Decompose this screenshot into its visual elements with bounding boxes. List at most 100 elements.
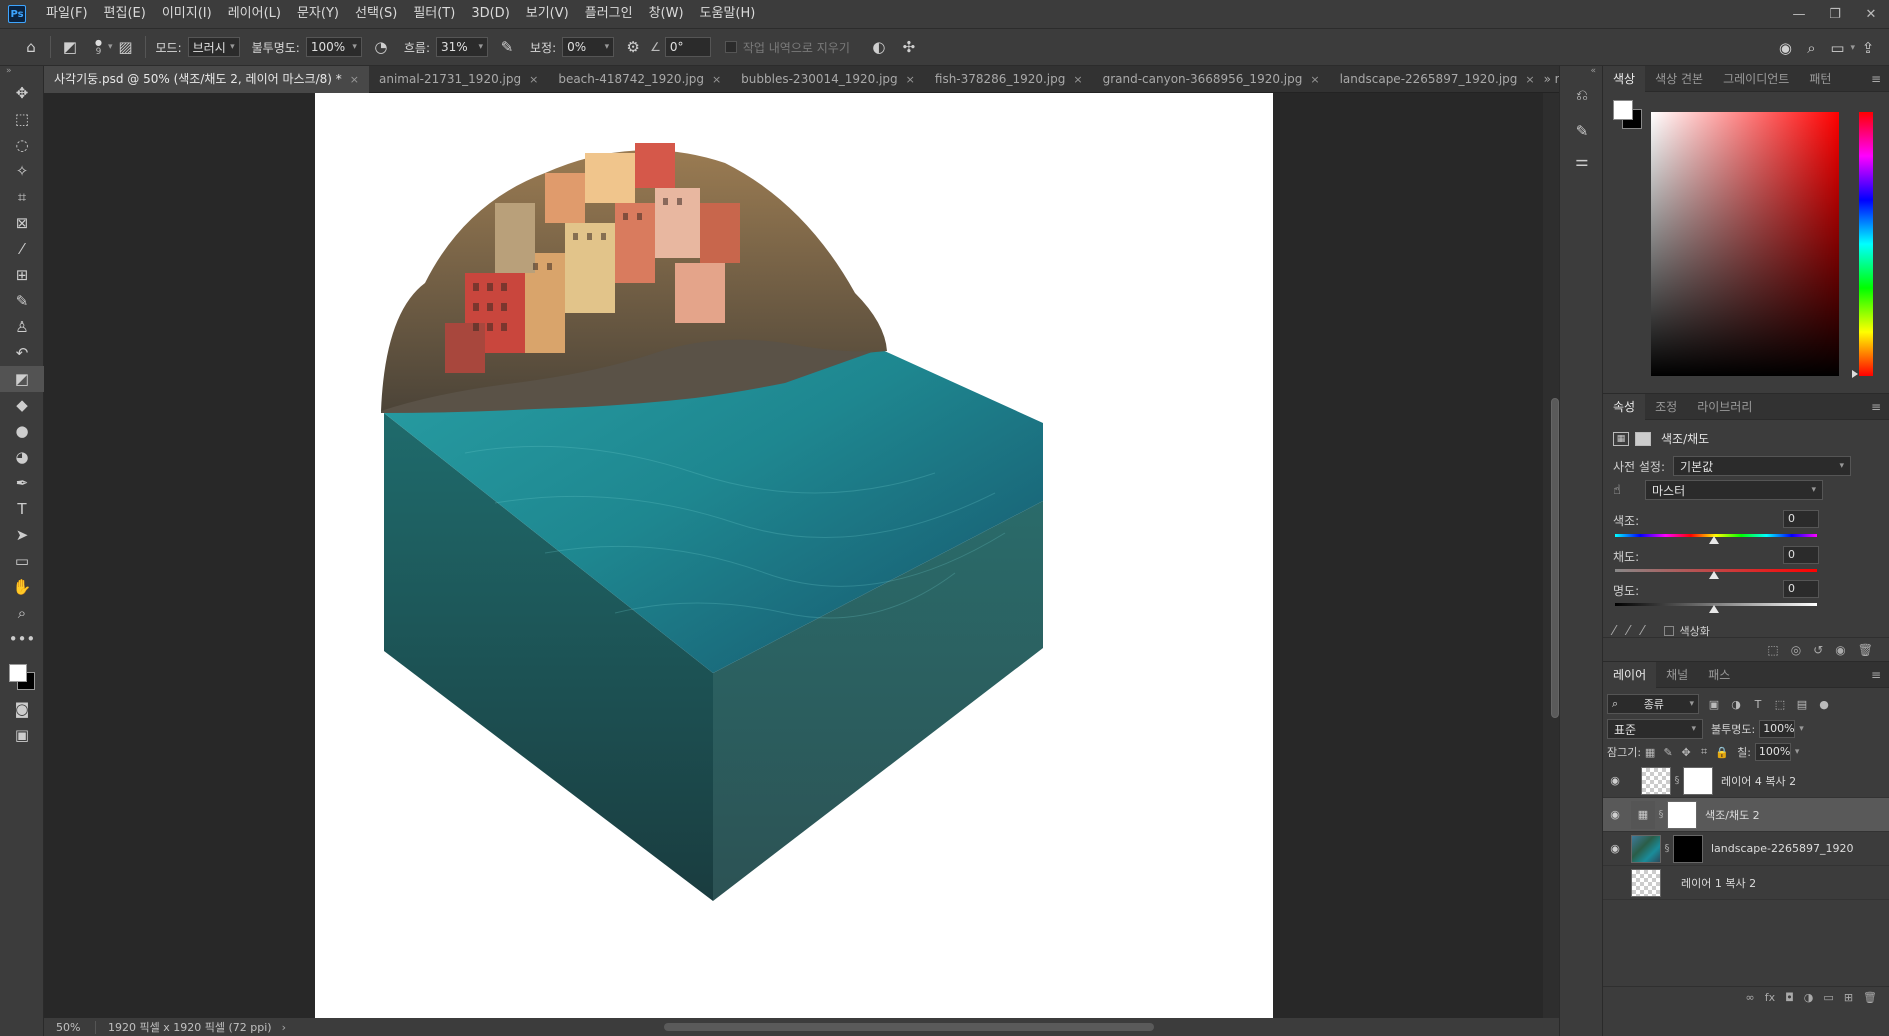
tab-document[interactable]: animal-21731_1920.jpg × [369, 66, 548, 93]
close-icon[interactable]: × [1525, 66, 1534, 93]
brush-tool-icon[interactable]: ✎ [0, 288, 44, 314]
layer-thumbnail[interactable] [1631, 834, 1661, 863]
menu-select[interactable]: 선택(S) [347, 0, 405, 28]
status-arrow-icon[interactable]: › [282, 1021, 286, 1034]
dodge-tool-icon[interactable]: ◕ [0, 444, 44, 470]
layer-mask-thumbnail[interactable] [1683, 766, 1713, 795]
layer-mask-thumbnail[interactable] [1667, 800, 1697, 829]
new-adjustment-icon[interactable]: ◑ [1804, 991, 1814, 1004]
saturation-input[interactable]: 0 [1783, 546, 1819, 564]
hue-slider-arrow-icon[interactable] [1852, 370, 1858, 378]
menu-window[interactable]: 창(W) [641, 0, 692, 28]
menu-layer[interactable]: 레이어(L) [220, 0, 289, 28]
blend-mode-select[interactable]: 표준 ▾ [1607, 719, 1703, 739]
airbrush-icon[interactable]: ✎ [494, 34, 520, 60]
history-panel-icon[interactable]: ⎌ [1560, 80, 1604, 110]
screen-mode-icon[interactable]: ▣ [0, 722, 44, 748]
visibility-eye-icon[interactable]: ◉ [1603, 808, 1627, 821]
healing-brush-tool-icon[interactable]: ⊞ [0, 262, 44, 288]
gear-icon[interactable]: ⚙ [620, 34, 646, 60]
tab-libraries[interactable]: 라이브러리 [1687, 394, 1762, 420]
scrollbar-thumb[interactable] [1551, 398, 1559, 718]
filter-type-icon[interactable]: T [1751, 698, 1765, 711]
frame-tool-icon[interactable]: ⊠ [0, 210, 44, 236]
filter-shape-icon[interactable]: ⬚ [1773, 698, 1787, 711]
visibility-eye-icon[interactable]: ◉ [1603, 774, 1627, 787]
layer-filter-select[interactable]: ⌕ 종류 ▾ [1607, 694, 1699, 714]
menu-edit[interactable]: 편집(E) [96, 0, 154, 28]
hue-slider-thumb[interactable] [1709, 536, 1719, 544]
visibility-eye-icon[interactable]: ◉ [1835, 643, 1845, 657]
vertical-scrollbar[interactable] [1543, 93, 1559, 1018]
filter-adjustment-icon[interactable]: ◑ [1729, 698, 1743, 711]
eyedropper-tool-icon[interactable]: ⁄ [0, 236, 44, 262]
filter-smart-object-icon[interactable]: ▤ [1795, 698, 1809, 711]
reset-icon[interactable]: ↺ [1813, 643, 1823, 657]
adjustment-layer-icon[interactable]: ▦ [1613, 431, 1629, 446]
tab-swatches[interactable]: 색상 견본 [1645, 66, 1713, 92]
hue-input[interactable]: 0 [1783, 510, 1819, 528]
layer-thumbnail[interactable] [1631, 868, 1661, 897]
menu-plugins[interactable]: 플러그인 [577, 0, 641, 28]
pressure-size-icon[interactable]: ◐ [866, 34, 892, 60]
opacity-input[interactable]: 100% ▾ [305, 37, 362, 57]
tab-layers[interactable]: 레이어 [1603, 661, 1657, 688]
move-tool-icon[interactable]: ✥ [0, 80, 44, 106]
erase-history-checkbox[interactable] [724, 41, 737, 53]
more-tools-icon[interactable]: ••• [0, 626, 44, 652]
paint-bucket-tool-icon[interactable]: ◆ [0, 392, 44, 418]
minimize-button[interactable]: — [1781, 0, 1817, 28]
workspace-icon[interactable]: ▭ [1824, 35, 1850, 61]
eraser-tool-preset-icon[interactable]: ◩ [57, 34, 83, 60]
smoothing-input[interactable]: 0% ▾ [562, 37, 615, 57]
hue-slider[interactable] [1859, 112, 1873, 376]
hand-tool-icon[interactable]: ✋ [0, 574, 44, 600]
clone-stamp-tool-icon[interactable]: ♙ [0, 314, 44, 340]
tab-document[interactable]: grand-canyon-3668956_1920.jpg × [1093, 66, 1330, 93]
collapse-icon[interactable]: » [0, 66, 43, 80]
tab-channels[interactable]: 채널 [1656, 662, 1698, 688]
marquee-tool-icon[interactable]: ⬚ [0, 106, 44, 132]
layer-opacity-input[interactable]: 100% [1759, 720, 1796, 738]
close-icon[interactable]: × [1073, 66, 1082, 93]
trash-icon[interactable]: 🗑 [1863, 991, 1877, 1004]
layer-name[interactable]: landscape-2265897_1920 [1711, 842, 1853, 855]
layer-name[interactable]: 레이어 1 복사 2 [1681, 875, 1756, 891]
menu-help[interactable]: 도움말(H) [692, 0, 764, 28]
lock-all-icon[interactable]: 🔒 [1713, 746, 1731, 759]
home-icon[interactable]: ⌂ [18, 34, 44, 60]
menu-image[interactable]: 이미지(I) [154, 0, 220, 28]
crop-tool-icon[interactable]: ⌗ [0, 184, 44, 210]
mask-icon[interactable] [1635, 431, 1651, 446]
tab-document[interactable]: fish-378286_1920.jpg × [925, 66, 1093, 93]
new-layer-icon[interactable]: ⊞ [1844, 991, 1853, 1004]
tab-gradients[interactable]: 그레이디언트 [1713, 66, 1799, 92]
lock-artboard-icon[interactable]: ⌗ [1695, 745, 1713, 759]
targeted-adjustment-hand-icon[interactable]: ☝ [1613, 483, 1633, 498]
fill-input[interactable]: 100% [1754, 743, 1791, 761]
menu-file[interactable]: 파일(F) [38, 0, 96, 28]
flow-input[interactable]: 31% ▾ [435, 37, 488, 57]
new-group-icon[interactable]: ▭ [1823, 991, 1833, 1004]
menu-view[interactable]: 보기(V) [518, 0, 577, 28]
layer-thumbnail[interactable] [1641, 766, 1671, 795]
fx-button[interactable]: fx [1765, 991, 1775, 1004]
layer-name[interactable]: 레이어 4 복사 2 [1721, 773, 1796, 789]
visibility-eye-icon[interactable]: ◉ [1603, 842, 1627, 855]
channel-select[interactable]: 마스터 ▾ [1645, 480, 1823, 500]
search-icon[interactable]: ⌕ [1798, 35, 1824, 61]
path-selection-tool-icon[interactable]: ➤ [0, 522, 44, 548]
menu-3d[interactable]: 3D(D) [463, 0, 517, 28]
view-previous-icon[interactable]: ◎ [1791, 643, 1801, 657]
lock-image-icon[interactable]: ✎ [1659, 746, 1677, 759]
restore-button[interactable]: ❐ [1817, 0, 1853, 28]
close-icon[interactable]: × [350, 66, 359, 93]
history-brush-tool-icon[interactable]: ↶ [0, 340, 44, 366]
filter-toggle-icon[interactable]: ● [1817, 698, 1831, 711]
layer-row-selected[interactable]: ◉ ▦ § 색조/채도 2 [1603, 798, 1889, 832]
layer-mask-thumbnail[interactable] [1673, 834, 1703, 863]
adjustments-panel-icon[interactable]: ⚌ [1560, 146, 1604, 176]
lasso-tool-icon[interactable]: ◌ [0, 132, 44, 158]
layer-name[interactable]: 색조/채도 2 [1705, 807, 1760, 823]
colorize-checkbox[interactable] [1663, 626, 1674, 636]
